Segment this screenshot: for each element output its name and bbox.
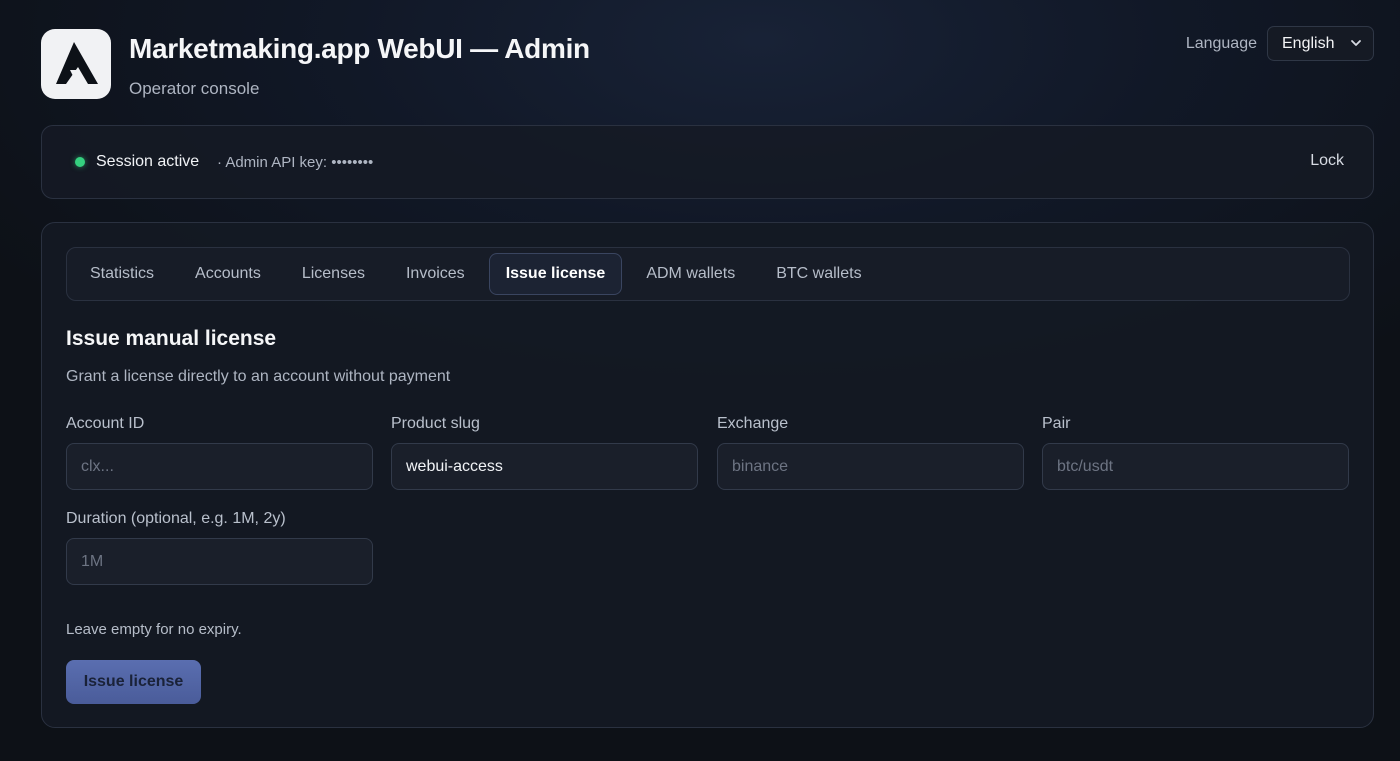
session-status: Session active	[96, 153, 200, 170]
account-id-label: Account ID	[66, 415, 145, 432]
pair-group: Pair	[1042, 415, 1349, 490]
tab-issue-license[interactable]: Issue license	[488, 253, 623, 295]
admin-api-key: · Admin API key: ••••••••	[217, 154, 374, 171]
tab-adm-wallets[interactable]: ADM wallets	[629, 253, 752, 295]
product-slug-input[interactable]	[391, 443, 698, 490]
section-description: Grant a license directly to an account w…	[66, 368, 451, 385]
tab-statistics[interactable]: Statistics	[73, 253, 171, 295]
page-title: Marketmaking.app WebUI — Admin	[129, 33, 590, 64]
tab-btc-wallets[interactable]: BTC wallets	[759, 253, 878, 295]
pair-label: Pair	[1042, 415, 1071, 432]
tab-accounts[interactable]: Accounts	[178, 253, 278, 295]
tab-invoices[interactable]: Invoices	[389, 253, 482, 295]
issue-license-button[interactable]: Issue license	[66, 660, 201, 704]
product-slug-label: Product slug	[391, 415, 480, 432]
tab-licenses[interactable]: Licenses	[285, 253, 382, 295]
product-slug-group: Product slug	[391, 415, 698, 490]
tab-bar: Statistics Accounts Licenses Invoices Is…	[66, 247, 1350, 301]
duration-input[interactable]	[66, 538, 373, 585]
duration-group: Duration (optional, e.g. 1M, 2y)	[66, 510, 373, 585]
lock-button[interactable]: Lock	[1310, 152, 1344, 170]
app-header: Marketmaking.app WebUI — Admin Operator …	[41, 26, 1374, 104]
account-id-input[interactable]	[66, 443, 373, 490]
duration-label: Duration (optional, e.g. 1M, 2y)	[66, 510, 286, 527]
logo-icon	[41, 29, 111, 99]
language-value: English	[1282, 34, 1335, 52]
language-picker: Language English	[1186, 26, 1374, 61]
pair-input[interactable]	[1042, 443, 1349, 490]
language-select[interactable]: English	[1267, 26, 1374, 61]
language-label: Language	[1185, 34, 1257, 52]
section-title: Issue manual license	[66, 327, 277, 350]
main-panel: Statistics Accounts Licenses Invoices Is…	[41, 222, 1374, 728]
account-id-group: Account ID	[66, 415, 373, 490]
page-subtitle: Operator console	[129, 79, 260, 98]
chevron-down-icon	[1351, 40, 1361, 46]
expiry-hint: Leave empty for no expiry.	[66, 621, 242, 638]
exchange-group: Exchange	[717, 415, 1024, 490]
session-bar: Session active · Admin API key: ••••••••…	[41, 125, 1374, 199]
exchange-input[interactable]	[717, 443, 1024, 490]
exchange-label: Exchange	[717, 415, 789, 432]
session-status-dot	[75, 157, 85, 167]
